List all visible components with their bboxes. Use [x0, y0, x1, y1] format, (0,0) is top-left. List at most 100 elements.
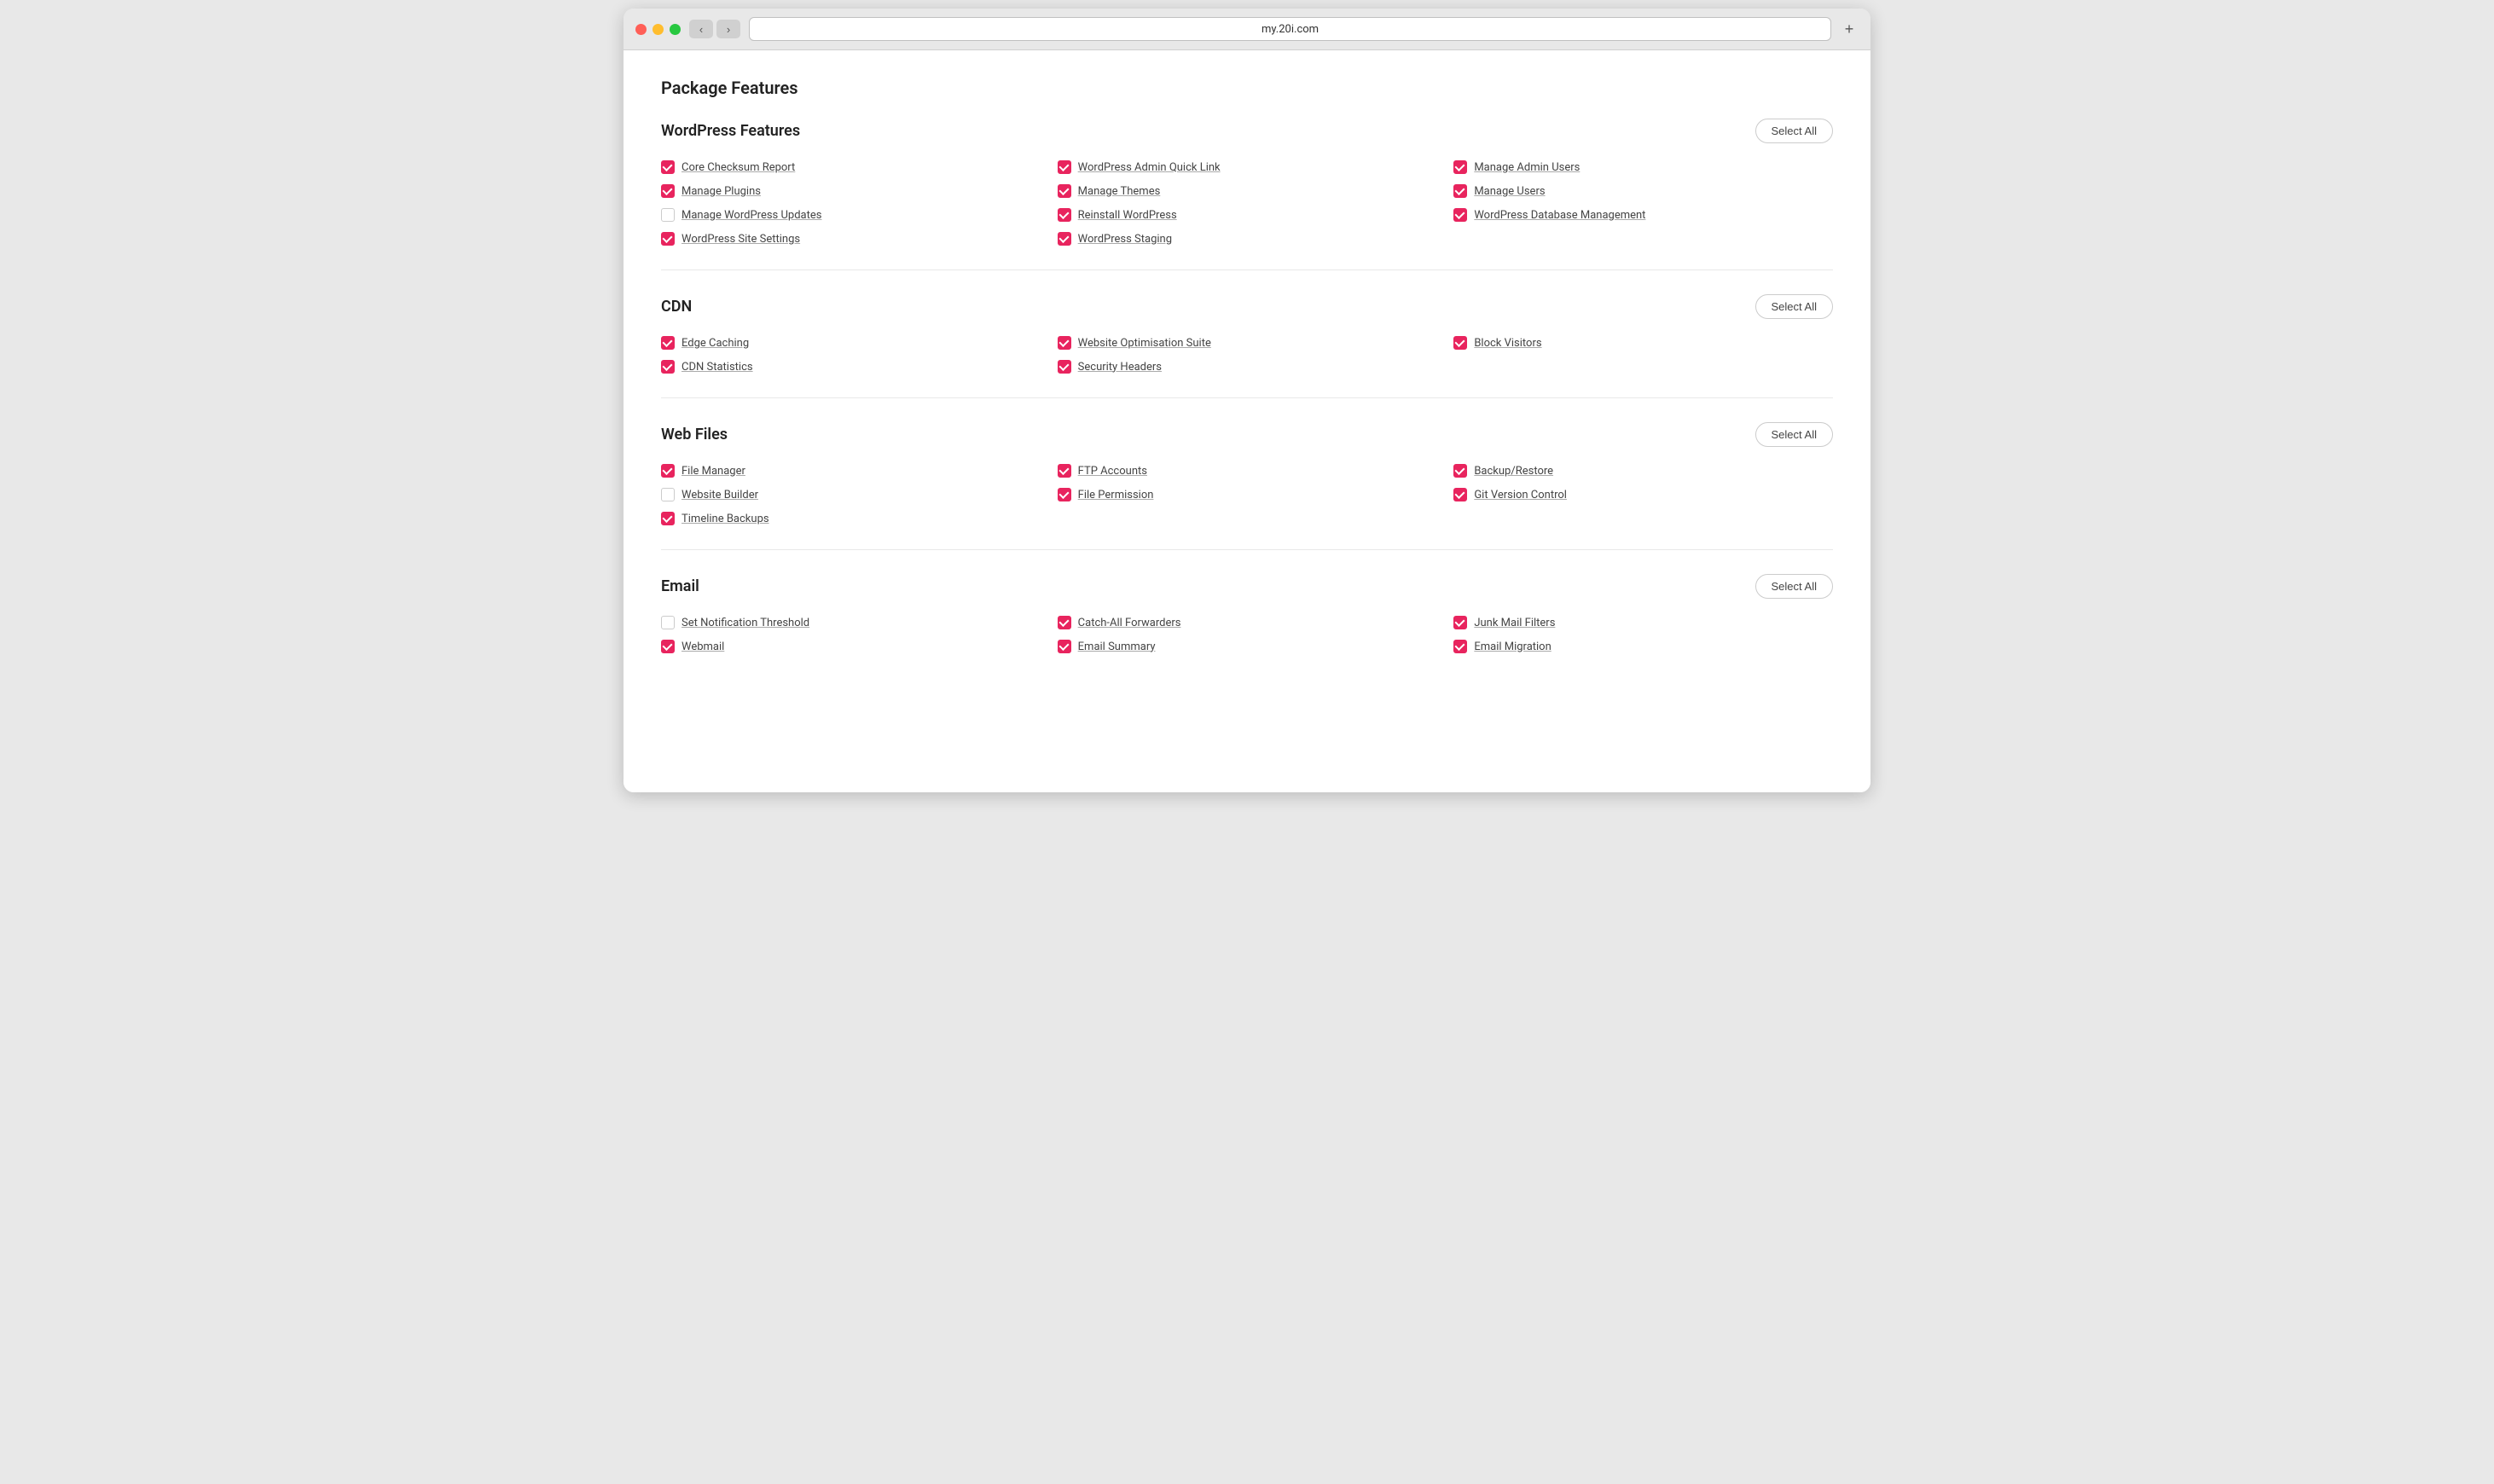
checkbox-webfiles-0[interactable]	[661, 464, 675, 478]
feature-link[interactable]: WordPress Admin Quick Link	[1078, 161, 1221, 174]
checkbox-wordpress-6[interactable]	[661, 208, 675, 222]
new-tab-button[interactable]: +	[1840, 20, 1859, 38]
list-item: Junk Mail Filters	[1453, 616, 1833, 629]
feature-link[interactable]: Manage Admin Users	[1474, 161, 1580, 174]
minimize-button[interactable]	[652, 24, 664, 35]
feature-link[interactable]: WordPress Site Settings	[682, 233, 800, 246]
features-grid-cdn: Edge Caching Website Optimisation Suite Bl…	[661, 336, 1833, 374]
list-item: Email Summary	[1058, 640, 1437, 653]
section-title-email: Email	[661, 577, 699, 595]
checkbox-email-1[interactable]	[1058, 616, 1071, 629]
checkbox-wordpress-7[interactable]	[1058, 208, 1071, 222]
feature-link[interactable]: Catch-All Forwarders	[1078, 617, 1181, 629]
feature-link[interactable]: File Manager	[682, 465, 745, 478]
page-content: Package Features WordPress Features Selec…	[624, 50, 1870, 792]
list-item: WordPress Admin Quick Link	[1058, 160, 1437, 174]
select-all-button-wordpress[interactable]: Select All	[1755, 119, 1833, 143]
checkbox-email-0[interactable]	[661, 616, 675, 629]
url-bar[interactable]: my.20i.com	[749, 17, 1831, 41]
feature-link[interactable]: Manage Users	[1474, 185, 1545, 198]
checkbox-wordpress-4[interactable]	[1058, 184, 1071, 198]
url-text: my.20i.com	[1262, 23, 1319, 36]
list-item: Email Migration	[1453, 640, 1833, 653]
checkbox-email-2[interactable]	[1453, 616, 1467, 629]
forward-button[interactable]: ›	[716, 20, 740, 38]
section-title-wordpress: WordPress Features	[661, 122, 800, 140]
list-item: CDN Statistics	[661, 360, 1041, 374]
checkbox-wordpress-3[interactable]	[661, 184, 675, 198]
feature-link[interactable]: FTP Accounts	[1078, 465, 1147, 478]
checkbox-webfiles-1[interactable]	[1058, 464, 1071, 478]
features-grid-webfiles: File Manager FTP Accounts Backup/Restore We…	[661, 464, 1833, 525]
list-item: Edge Caching	[661, 336, 1041, 350]
section-header-webfiles: Web FilesSelect All	[661, 422, 1833, 447]
feature-link[interactable]: Edge Caching	[682, 337, 749, 350]
browser-window: ‹ › my.20i.com + Package Features WordPr…	[624, 9, 1870, 792]
feature-link[interactable]: WordPress Staging	[1078, 233, 1172, 246]
back-button[interactable]: ‹	[689, 20, 713, 38]
section-header-wordpress: WordPress Features Select All	[661, 119, 1833, 143]
checkbox-wordpress-2[interactable]	[1453, 160, 1467, 174]
list-item: Security Headers	[1058, 360, 1437, 374]
checkbox-wordpress-5[interactable]	[1453, 184, 1467, 198]
feature-link[interactable]: CDN Statistics	[682, 361, 753, 374]
select-all-button-webfiles[interactable]: Select All	[1755, 422, 1833, 447]
section-email: Email Select All Set Notification Threshol…	[661, 574, 1833, 653]
checkbox-webfiles-6[interactable]	[661, 512, 675, 525]
feature-link[interactable]: Manage WordPress Updates	[682, 209, 821, 222]
checkbox-email-4[interactable]	[1058, 640, 1071, 653]
checkbox-cdn-0[interactable]	[661, 336, 675, 350]
feature-link[interactable]: Set Notification Threshold	[682, 617, 809, 629]
close-button[interactable]	[635, 24, 647, 35]
feature-link[interactable]: Block Visitors	[1474, 337, 1541, 350]
checkbox-cdn-4[interactable]	[1058, 360, 1071, 374]
checkbox-webfiles-3[interactable]	[661, 488, 675, 501]
section-title-cdn: CDN	[661, 298, 692, 316]
feature-link[interactable]: Core Checksum Report	[682, 161, 795, 174]
checkbox-wordpress-1[interactable]	[1058, 160, 1071, 174]
checkbox-webfiles-2[interactable]	[1453, 464, 1467, 478]
list-item: Manage Plugins	[661, 184, 1041, 198]
feature-link[interactable]: WordPress Database Management	[1474, 209, 1645, 222]
checkbox-email-3[interactable]	[661, 640, 675, 653]
feature-link[interactable]: Timeline Backups	[682, 513, 769, 525]
select-all-button-email[interactable]: Select All	[1755, 574, 1833, 599]
feature-link[interactable]: Backup/Restore	[1474, 465, 1553, 478]
feature-link[interactable]: File Permission	[1078, 489, 1154, 501]
select-all-button-cdn[interactable]: Select All	[1755, 294, 1833, 319]
feature-link[interactable]: Website Builder	[682, 489, 758, 501]
feature-link[interactable]: Reinstall WordPress	[1078, 209, 1177, 222]
checkbox-cdn-1[interactable]	[1058, 336, 1071, 350]
feature-link[interactable]: Security Headers	[1078, 361, 1162, 374]
section-divider	[661, 549, 1833, 550]
feature-link[interactable]: Email Summary	[1078, 641, 1156, 653]
feature-link[interactable]: Manage Plugins	[682, 185, 761, 198]
list-item: FTP Accounts	[1058, 464, 1437, 478]
checkbox-wordpress-0[interactable]	[661, 160, 675, 174]
section-wordpress: WordPress Features Select All Core Checksu…	[661, 119, 1833, 246]
features-grid-wordpress: Core Checksum Report WordPress Admin Quic…	[661, 160, 1833, 246]
feature-link[interactable]: Website Optimisation Suite	[1078, 337, 1211, 350]
features-grid-email: Set Notification Threshold Catch-All Forw…	[661, 616, 1833, 653]
list-item: WordPress Site Settings	[661, 232, 1041, 246]
checkbox-cdn-3[interactable]	[661, 360, 675, 374]
checkbox-webfiles-4[interactable]	[1058, 488, 1071, 501]
feature-link[interactable]: Junk Mail Filters	[1474, 617, 1555, 629]
list-item: Manage WordPress Updates	[661, 208, 1041, 222]
checkbox-wordpress-10[interactable]	[1058, 232, 1071, 246]
checkbox-email-5[interactable]	[1453, 640, 1467, 653]
checkbox-wordpress-9[interactable]	[661, 232, 675, 246]
checkbox-wordpress-8[interactable]	[1453, 208, 1467, 222]
feature-link[interactable]: Email Migration	[1474, 641, 1551, 653]
nav-buttons: ‹ ›	[689, 20, 740, 38]
checkbox-webfiles-5[interactable]	[1453, 488, 1467, 501]
feature-link[interactable]: Manage Themes	[1078, 185, 1161, 198]
page-title: Package Features	[661, 78, 1833, 98]
list-item: Website Optimisation Suite	[1058, 336, 1437, 350]
section-header-cdn: CDN Select All	[661, 294, 1833, 319]
maximize-button[interactable]	[670, 24, 681, 35]
feature-link[interactable]: Git Version Control	[1474, 489, 1567, 501]
checkbox-cdn-2[interactable]	[1453, 336, 1467, 350]
feature-link[interactable]: Webmail	[682, 641, 724, 653]
list-item: File Permission	[1058, 488, 1437, 501]
